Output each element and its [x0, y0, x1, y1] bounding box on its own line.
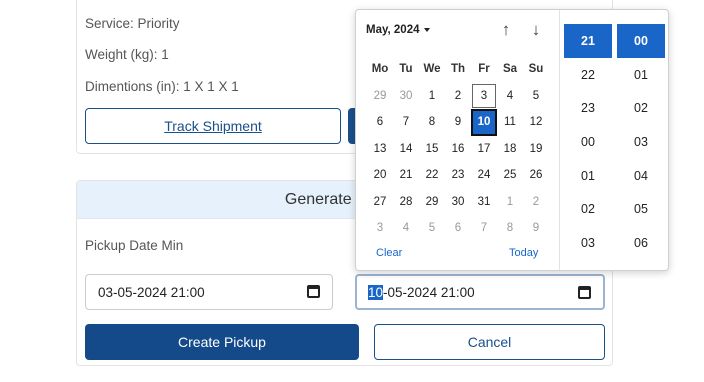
- calendar-icon[interactable]: [307, 285, 320, 298]
- minute-option[interactable]: 06: [617, 226, 665, 260]
- weekday-header: We: [423, 63, 441, 76]
- pickup-date-max-rest: -05-2024 21:00: [383, 284, 475, 300]
- calendar-day[interactable]: 20: [367, 162, 393, 189]
- hour-option[interactable]: 23: [564, 91, 612, 125]
- calendar-day[interactable]: 28: [393, 189, 419, 216]
- create-pickup-button[interactable]: Create Pickup: [85, 324, 359, 360]
- calendar-day[interactable]: 3: [367, 215, 393, 242]
- calendar-day[interactable]: 29: [419, 189, 445, 216]
- calendar-day[interactable]: 5: [419, 215, 445, 242]
- minute-option[interactable]: 04: [617, 159, 665, 193]
- weekday-header: Mo: [371, 63, 389, 76]
- track-shipment-button[interactable]: Track Shipment: [85, 108, 341, 144]
- calendar-grid: Mo Tu We Th Fr Sa Su 29 30 1 2 3 4 5 6 7 8 9 10 11 12 13 14 15 1…: [367, 56, 549, 242]
- calendar-day[interactable]: 6: [367, 109, 393, 136]
- calendar-day-selected[interactable]: 10: [471, 109, 497, 136]
- minute-option[interactable]: 05: [617, 192, 665, 226]
- calendar-day[interactable]: 16: [445, 136, 471, 163]
- arrow-up-icon[interactable]: ↑: [497, 20, 515, 38]
- calendar-day[interactable]: 11: [497, 109, 523, 136]
- calendar-day[interactable]: 27: [367, 189, 393, 216]
- calendar-day-today[interactable]: 3: [471, 83, 497, 110]
- pickup-date-min-label: Pickup Date Min: [85, 238, 184, 253]
- minute-option[interactable]: 01: [617, 58, 665, 92]
- weekday-header: Tu: [399, 63, 413, 76]
- hour-option[interactable]: 02: [564, 192, 612, 226]
- calendar-day[interactable]: 17: [471, 136, 497, 163]
- calendar-day[interactable]: 31: [471, 189, 497, 216]
- calendar-day[interactable]: 18: [497, 136, 523, 163]
- hour-option[interactable]: 03: [564, 226, 612, 260]
- pickup-date-max-input[interactable]: 10 -05-2024 21:00: [355, 274, 605, 310]
- weekday-header: Sa: [502, 63, 518, 76]
- weekday-header: Th: [450, 63, 466, 76]
- calendar-icon[interactable]: [578, 286, 591, 299]
- picker-divider: [559, 10, 560, 270]
- calendar-day[interactable]: 2: [445, 83, 471, 110]
- calendar-day[interactable]: 15: [419, 136, 445, 163]
- calendar-day[interactable]: 30: [445, 189, 471, 216]
- pickup-date-max-day-segment[interactable]: 10: [368, 284, 384, 300]
- weekday-header: Fr: [478, 63, 490, 76]
- calendar-day[interactable]: 7: [393, 109, 419, 136]
- dimensions-text: Dimentions (in): 1 X 1 X 1: [85, 79, 239, 94]
- month-year-label: May, 2024: [366, 24, 420, 36]
- calendar-day[interactable]: 14: [393, 136, 419, 163]
- calendar-day[interactable]: 4: [393, 215, 419, 242]
- pickup-date-min-value: 03-05-2024 21:00: [98, 284, 205, 300]
- cancel-button[interactable]: Cancel: [374, 324, 605, 360]
- calendar-day[interactable]: 25: [497, 162, 523, 189]
- calendar-day[interactable]: 24: [471, 162, 497, 189]
- calendar-day[interactable]: 2: [523, 189, 549, 216]
- pickup-date-min-input[interactable]: 03-05-2024 21:00: [85, 274, 333, 310]
- calendar-day[interactable]: 7: [471, 215, 497, 242]
- calendar-day[interactable]: 19: [523, 136, 549, 163]
- calendar-day[interactable]: 8: [497, 215, 523, 242]
- calendar-day[interactable]: 4: [497, 83, 523, 110]
- hour-option[interactable]: 00: [564, 125, 612, 159]
- calendar-day[interactable]: 8: [419, 109, 445, 136]
- today-link[interactable]: Today: [509, 247, 538, 259]
- calendar-day[interactable]: 9: [445, 109, 471, 136]
- calendar-day[interactable]: 1: [497, 189, 523, 216]
- calendar-day[interactable]: 22: [419, 162, 445, 189]
- hour-option[interactable]: 01: [564, 159, 612, 193]
- month-year-selector[interactable]: May, 2024: [366, 24, 430, 36]
- calendar-day[interactable]: 21: [393, 162, 419, 189]
- calendar-day[interactable]: 1: [419, 83, 445, 110]
- hour-option[interactable]: 21: [564, 24, 612, 58]
- calendar-day[interactable]: 12: [523, 109, 549, 136]
- minutes-column: 00 01 02 03 04 05 06: [617, 24, 665, 260]
- calendar-day[interactable]: 13: [367, 136, 393, 163]
- hour-option[interactable]: 22: [564, 58, 612, 92]
- weight-text: Weight (kg): 1: [85, 47, 169, 62]
- calendar-day[interactable]: 23: [445, 162, 471, 189]
- calendar-day[interactable]: 26: [523, 162, 549, 189]
- service-text: Service: Priority: [85, 16, 180, 31]
- arrow-down-icon[interactable]: ↓: [527, 20, 545, 38]
- calendar-day[interactable]: 6: [445, 215, 471, 242]
- calendar-day[interactable]: 29: [367, 83, 393, 110]
- datetime-picker-popup: May, 2024 ↑ ↓ Mo Tu We Th Fr Sa Su 29 30 1 2 3 4 5 6 7 8…: [355, 9, 669, 271]
- weekday-header: Su: [528, 63, 544, 76]
- calendar-day[interactable]: 30: [393, 83, 419, 110]
- minute-option[interactable]: 00: [617, 24, 665, 58]
- calendar-day[interactable]: 5: [523, 83, 549, 110]
- minute-option[interactable]: 02: [617, 91, 665, 125]
- clear-link[interactable]: Clear: [376, 247, 402, 259]
- calendar-day[interactable]: 9: [523, 215, 549, 242]
- minute-option[interactable]: 03: [617, 125, 665, 159]
- caret-down-icon: [423, 27, 430, 32]
- hours-column: 21 22 23 00 01 02 03: [564, 24, 612, 260]
